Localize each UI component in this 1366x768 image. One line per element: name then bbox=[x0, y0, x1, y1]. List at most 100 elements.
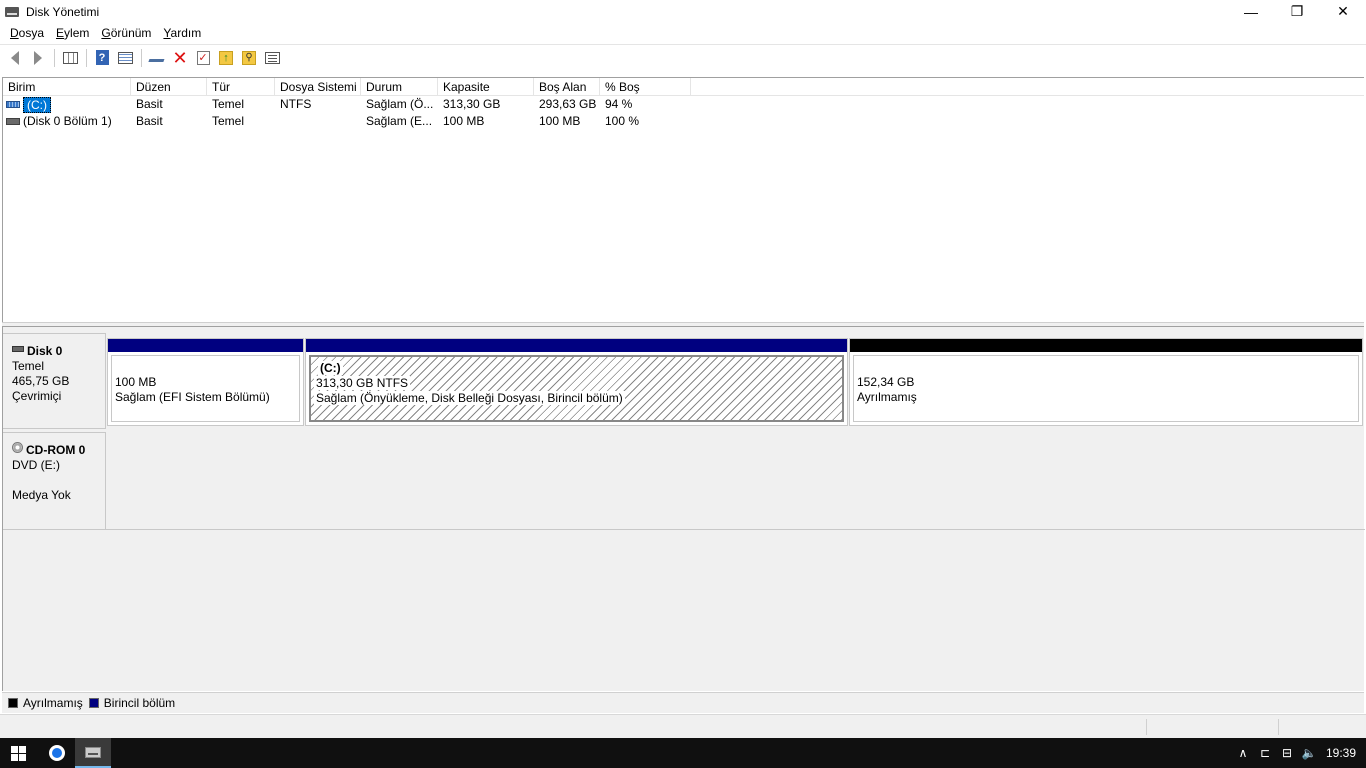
status-bar bbox=[0, 714, 1366, 738]
disk-0-label[interactable]: Disk 0 Temel 465,75 GB Çevrimiçi bbox=[3, 333, 106, 429]
cdrom-icon bbox=[12, 442, 23, 453]
cell-birim: (Disk 0 Bölüm 1) bbox=[3, 113, 131, 130]
system-tray: ∧ ⊏ ⊟ 🔈 19:39 bbox=[1232, 738, 1366, 768]
disk-type: DVD (E:) bbox=[12, 458, 60, 472]
disk-management-icon bbox=[85, 746, 101, 758]
partition-status: Ayrılmamış bbox=[857, 390, 917, 404]
device-icon[interactable]: ⊏ bbox=[1254, 738, 1276, 768]
legend-label: Ayrılmamış bbox=[23, 696, 83, 710]
partition-status: Sağlam (Önyükleme, Disk Belleği Dosyası,… bbox=[314, 391, 842, 406]
partition-c[interactable]: (C:) 313,30 GB NTFS Sağlam (Önyükleme, D… bbox=[305, 338, 848, 426]
cell-tur: Temel bbox=[212, 97, 245, 111]
column-header-tur[interactable]: Tür bbox=[207, 78, 275, 96]
back-arrow-icon bbox=[11, 50, 19, 65]
delete-button[interactable]: ✕ bbox=[169, 47, 191, 69]
folder-up-button[interactable]: ↑ bbox=[215, 47, 237, 69]
check-button[interactable]: ✓ bbox=[192, 47, 214, 69]
network-icon[interactable]: ⊟ bbox=[1276, 738, 1298, 768]
cell-dosya-sistemi bbox=[275, 113, 361, 130]
menu-gorunum-label: örünüm bbox=[110, 26, 152, 40]
menu-eylem[interactable]: Eylem bbox=[50, 23, 95, 44]
search-button[interactable]: ⚲ bbox=[238, 47, 260, 69]
cell-duzen: Basit bbox=[136, 114, 163, 128]
column-header-durum[interactable]: Durum bbox=[361, 78, 438, 96]
taskbar-browser[interactable] bbox=[39, 738, 75, 768]
partition-title: (C:) bbox=[318, 361, 842, 376]
partition-body: 152,34 GB Ayrılmamış bbox=[853, 355, 1359, 422]
menu-eylem-accelerator: E bbox=[56, 26, 65, 40]
partition-size-text: 313,30 GB NTFS bbox=[314, 376, 411, 390]
properties-button[interactable] bbox=[261, 47, 283, 69]
cell-durum: Sağlam (E... bbox=[366, 114, 433, 128]
start-button[interactable] bbox=[0, 738, 36, 768]
cell-kapasite: 100 MB bbox=[443, 114, 485, 128]
partition-size: 100 MB bbox=[115, 375, 157, 389]
volume-icon bbox=[6, 118, 20, 125]
toolbar-separator bbox=[86, 48, 87, 67]
disk-name: CD-ROM 0 bbox=[26, 443, 86, 457]
partition-color-bar bbox=[108, 339, 303, 352]
volume-icon[interactable]: 🔈 bbox=[1298, 738, 1320, 768]
column-headers: Birim Düzen Tür Dosya Sistemi Durum Kapa… bbox=[3, 78, 1364, 96]
restore-button[interactable]: ❐ bbox=[1274, 0, 1320, 23]
cell-durum: Sağlam (Ö... bbox=[366, 97, 434, 111]
console-tree-button[interactable] bbox=[59, 47, 81, 69]
taskbar-disk-management[interactable] bbox=[75, 738, 111, 768]
forward-button[interactable] bbox=[27, 47, 49, 69]
console-tree-icon bbox=[62, 51, 78, 64]
legend-item-unallocated: Ayrılmamış bbox=[8, 696, 83, 710]
menu-dosya[interactable]: Dosya bbox=[4, 23, 50, 44]
menu-yardim-accelerator: Y bbox=[163, 26, 171, 40]
back-button[interactable] bbox=[4, 47, 26, 69]
table-row[interactable]: (C:) Basit Temel NTFS Sağlam (Ö... 313,3… bbox=[3, 96, 1364, 113]
menu-dosya-label: osya bbox=[18, 26, 45, 40]
disk-name-line: Disk 0 bbox=[12, 344, 105, 359]
column-header-dosya-sistemi[interactable]: Dosya Sistemi bbox=[275, 78, 361, 96]
connect-drive-button[interactable] bbox=[146, 47, 168, 69]
cell-yuzde-bos: 94 % bbox=[605, 97, 633, 111]
taskbar: ∧ ⊏ ⊟ 🔈 19:39 bbox=[0, 738, 1366, 768]
cell-birim-label: (C:) bbox=[23, 96, 51, 113]
column-header-duzen[interactable]: Düzen bbox=[131, 78, 207, 96]
cell-tur: Temel bbox=[212, 114, 245, 128]
help-icon: ? bbox=[95, 50, 109, 65]
menu-bar: Dosya Eylem Görünüm Yardım bbox=[0, 23, 1366, 44]
list-view-icon bbox=[117, 51, 133, 64]
cdrom-0-label[interactable]: CD-ROM 0 DVD (E:) Medya Yok bbox=[3, 432, 106, 530]
delete-icon: ✕ bbox=[172, 47, 188, 68]
menu-yardim[interactable]: Yardım bbox=[157, 23, 207, 44]
disk-name: Disk 0 bbox=[27, 344, 63, 358]
partition-unallocated[interactable]: 152,34 GB Ayrılmamış bbox=[849, 338, 1363, 426]
partition-title-text: (C:) bbox=[318, 361, 343, 375]
table-row[interactable]: (Disk 0 Bölüm 1) Basit Temel Sağlam (E..… bbox=[3, 113, 1364, 130]
windows-volume-icon bbox=[6, 101, 20, 108]
column-header-bos-alan[interactable]: Boş Alan bbox=[534, 78, 600, 96]
forward-arrow-icon bbox=[34, 50, 42, 65]
list-view-button[interactable] bbox=[114, 47, 136, 69]
menu-gorunum[interactable]: Görünüm bbox=[95, 23, 157, 44]
chevron-up-icon[interactable]: ∧ bbox=[1232, 738, 1254, 768]
column-header-birim[interactable]: Birim bbox=[3, 78, 131, 96]
disk-graph-pane: Disk 0 Temel 465,75 GB Çevrimiçi 100 MB … bbox=[2, 327, 1365, 691]
minimize-button[interactable]: — bbox=[1228, 0, 1274, 23]
menu-yardim-label: ardım bbox=[170, 26, 202, 40]
cell-bos-alan: 293,63 GB bbox=[539, 97, 597, 111]
window-controls: — ❐ ✕ bbox=[1228, 0, 1366, 23]
toolbar-separator bbox=[141, 48, 142, 67]
clock[interactable]: 19:39 bbox=[1320, 746, 1366, 760]
hard-disk-icon bbox=[12, 345, 24, 352]
help-button[interactable]: ? bbox=[91, 47, 113, 69]
window-title: Disk Yönetimi bbox=[26, 4, 100, 19]
close-button[interactable]: ✕ bbox=[1320, 0, 1366, 23]
column-header-kapasite[interactable]: Kapasite bbox=[438, 78, 534, 96]
partition-size: 313,30 GB NTFS bbox=[314, 376, 842, 391]
column-header-yuzde-bos[interactable]: % Boş bbox=[600, 78, 691, 96]
legend-swatch bbox=[88, 698, 99, 708]
legend-item-primary: Birincil bölüm bbox=[88, 696, 175, 710]
partition-color-bar bbox=[850, 339, 1362, 352]
partition-status: Sağlam (EFI Sistem Bölümü) bbox=[115, 390, 270, 404]
partition-efi[interactable]: 100 MB Sağlam (EFI Sistem Bölümü) bbox=[107, 338, 304, 426]
title-bar: Disk Yönetimi — ❐ ✕ bbox=[0, 0, 1366, 23]
cell-dosya-sistemi: NTFS bbox=[280, 97, 312, 111]
